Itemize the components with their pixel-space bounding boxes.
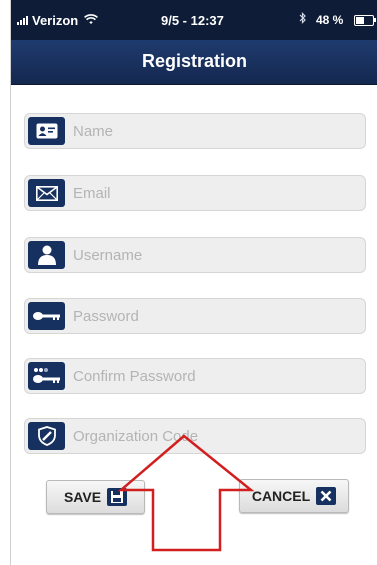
page-title: Registration [141, 51, 247, 71]
battery-percent: 48 % [316, 13, 344, 27]
person-icon [28, 241, 65, 269]
contact-card-icon [28, 117, 65, 145]
key-dots-icon [28, 362, 65, 390]
organization-code-field[interactable] [24, 418, 366, 454]
save-button-label: SAVE [63, 489, 102, 505]
carrier-indicator: Verizon [17, 13, 99, 28]
username-field[interactable] [24, 237, 366, 273]
cancel-button-label: CANCEL [251, 488, 311, 504]
username-input[interactable] [73, 238, 353, 272]
password-field[interactable] [24, 298, 366, 334]
name-input[interactable] [73, 114, 353, 148]
email-input[interactable] [73, 176, 353, 210]
organization-code-input[interactable] [73, 419, 353, 453]
confirm-password-field[interactable] [24, 358, 366, 394]
name-field[interactable] [24, 113, 366, 149]
shield-icon [28, 422, 65, 450]
wifi-icon [84, 13, 99, 28]
floppy-disk-icon [107, 488, 128, 506]
cancel-button[interactable]: CANCEL [239, 479, 349, 513]
navigation-bar: Registration [11, 40, 377, 85]
save-button[interactable]: SAVE [46, 480, 145, 514]
envelope-icon [28, 179, 65, 207]
confirm-password-input[interactable] [73, 359, 353, 393]
status-bar: Verizon 9/5 - 12:37 48 % [11, 0, 377, 40]
email-field[interactable] [24, 175, 366, 211]
carrier-name: Verizon [32, 13, 79, 28]
close-x-icon [316, 487, 337, 505]
key-icon [28, 302, 65, 330]
signal-bars-icon [17, 16, 29, 25]
app-screen: Verizon 9/5 - 12:37 48 % Registration Na… [10, 0, 377, 565]
battery-icon [354, 15, 376, 26]
status-time: 9/5 - 12:37 [161, 13, 224, 28]
bluetooth-icon [299, 12, 307, 27]
password-input[interactable] [73, 299, 353, 333]
